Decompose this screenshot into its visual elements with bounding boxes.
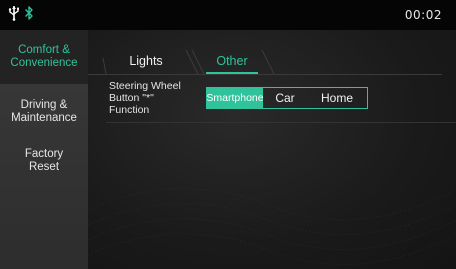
option-label: Car [275,91,295,105]
sidebar-item-factory-reset[interactable]: Factory Reset [0,140,88,182]
background-wave-pattern [88,188,456,265]
status-icons [8,5,34,26]
function-segmented-control: Smartphone Car Home [206,87,368,109]
sidebar-item-label: Comfort & Convenience [10,44,78,69]
tab-lights[interactable]: Lights [106,50,186,72]
main-panel: Lights Other Steering Wheel Button "*" F… [88,30,456,269]
option-home[interactable]: Home [307,88,367,108]
usb-icon [8,5,20,26]
tab-divider [88,74,442,75]
tab-other[interactable]: Other [202,50,262,74]
sidebar: Comfort & Convenience Driving & Maintena… [0,30,88,269]
tab-label: Lights [129,54,163,68]
tab-bar: Lights Other [102,46,442,76]
option-label: Smartphone [206,92,264,104]
tab-label: Other [216,54,248,68]
sidebar-item-label: Factory Reset [24,148,64,173]
clock: 00:02 [404,8,442,22]
sidebar-item-label: Driving & Maintenance [11,99,77,124]
sidebar-item-comfort-convenience[interactable]: Comfort & Convenience [0,30,88,84]
sidebar-item-driving-maintenance[interactable]: Driving & Maintenance [0,86,88,138]
option-label: Home [320,91,353,105]
status-bar: 00:02 [0,0,456,30]
setting-label: Steering Wheel Button "*" Function [109,80,181,116]
steering-button-setting-row: Steering Wheel Button "*" Function Smart… [106,80,456,123]
infotainment-screen: 00:02 Comfort & Convenience Driving & Ma… [0,0,456,269]
option-smartphone[interactable]: Smartphone [206,88,264,108]
row-divider [106,122,456,123]
bluetooth-icon [24,5,34,26]
option-car[interactable]: Car [263,88,307,108]
